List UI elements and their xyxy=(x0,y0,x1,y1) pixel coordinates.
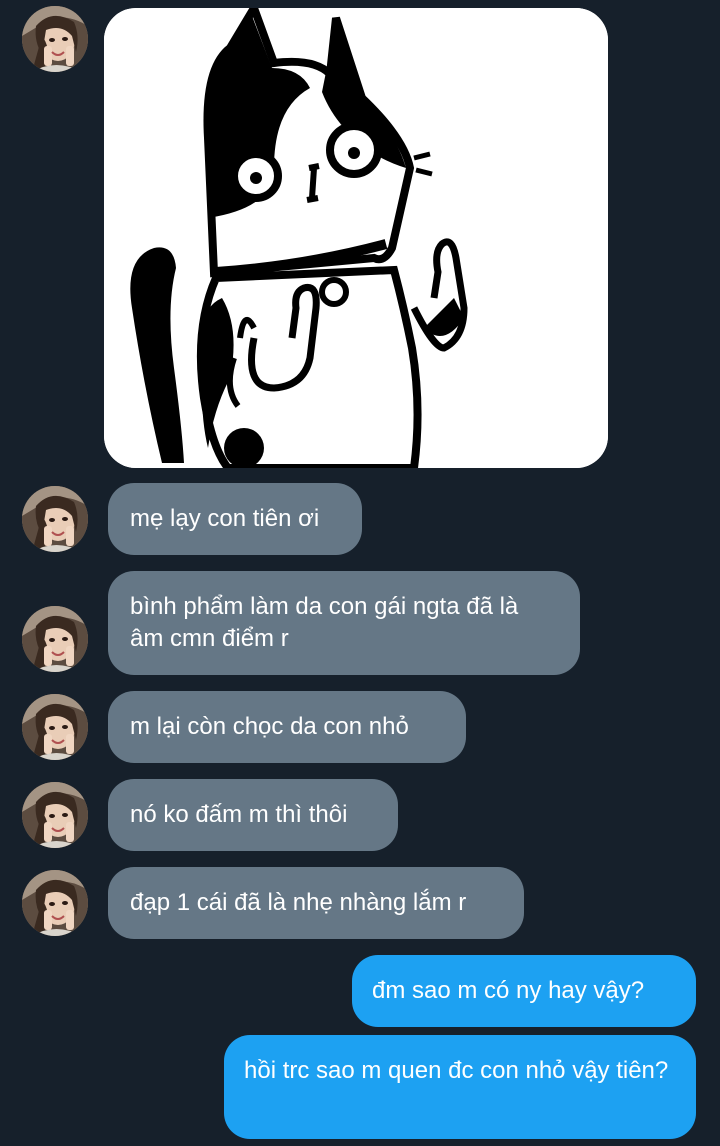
message-bubble-incoming[interactable]: bình phẩm làm da con gái ngta đã là âm c… xyxy=(108,571,580,675)
avatar[interactable] xyxy=(22,782,88,848)
cat-middle-finger-sticker-icon xyxy=(104,8,608,468)
message-bubble-outgoing[interactable]: hồi trc sao m quen đc con nhỏ vậy tiên? xyxy=(224,1035,696,1139)
message-text: nó ko đấm m thì thôi xyxy=(130,801,348,828)
message-text: mẹ lạy con tiên ơi xyxy=(130,505,320,532)
avatar[interactable] xyxy=(22,694,88,760)
message-text: m lại còn chọc da con nhỏ xyxy=(130,713,409,740)
message-bubble-incoming[interactable]: mẹ lạy con tiên ơi xyxy=(108,483,362,555)
message-bubble-incoming[interactable]: nó ko đấm m thì thôi xyxy=(108,779,398,851)
message-bubble-incoming[interactable]: m lại còn chọc da con nhỏ xyxy=(108,691,466,763)
message-bubble-outgoing[interactable]: đm sao m có ny hay vậy? xyxy=(352,955,696,1027)
message-text: đạp 1 cái đã là nhẹ nhàng lắm r xyxy=(130,889,467,916)
message-text: bình phẩm làm da con gái ngta đã là âm c… xyxy=(130,593,519,652)
avatar[interactable] xyxy=(22,486,88,552)
avatar[interactable] xyxy=(22,6,88,72)
message-text: đm sao m có ny hay vậy? xyxy=(372,977,645,1004)
sticker-image[interactable] xyxy=(104,8,608,468)
avatar[interactable] xyxy=(22,606,88,672)
message-text: hồi trc sao m quen đc con nhỏ vậy tiên? xyxy=(244,1057,669,1084)
avatar[interactable] xyxy=(22,870,88,936)
message-bubble-incoming[interactable]: đạp 1 cái đã là nhẹ nhàng lắm r xyxy=(108,867,524,939)
